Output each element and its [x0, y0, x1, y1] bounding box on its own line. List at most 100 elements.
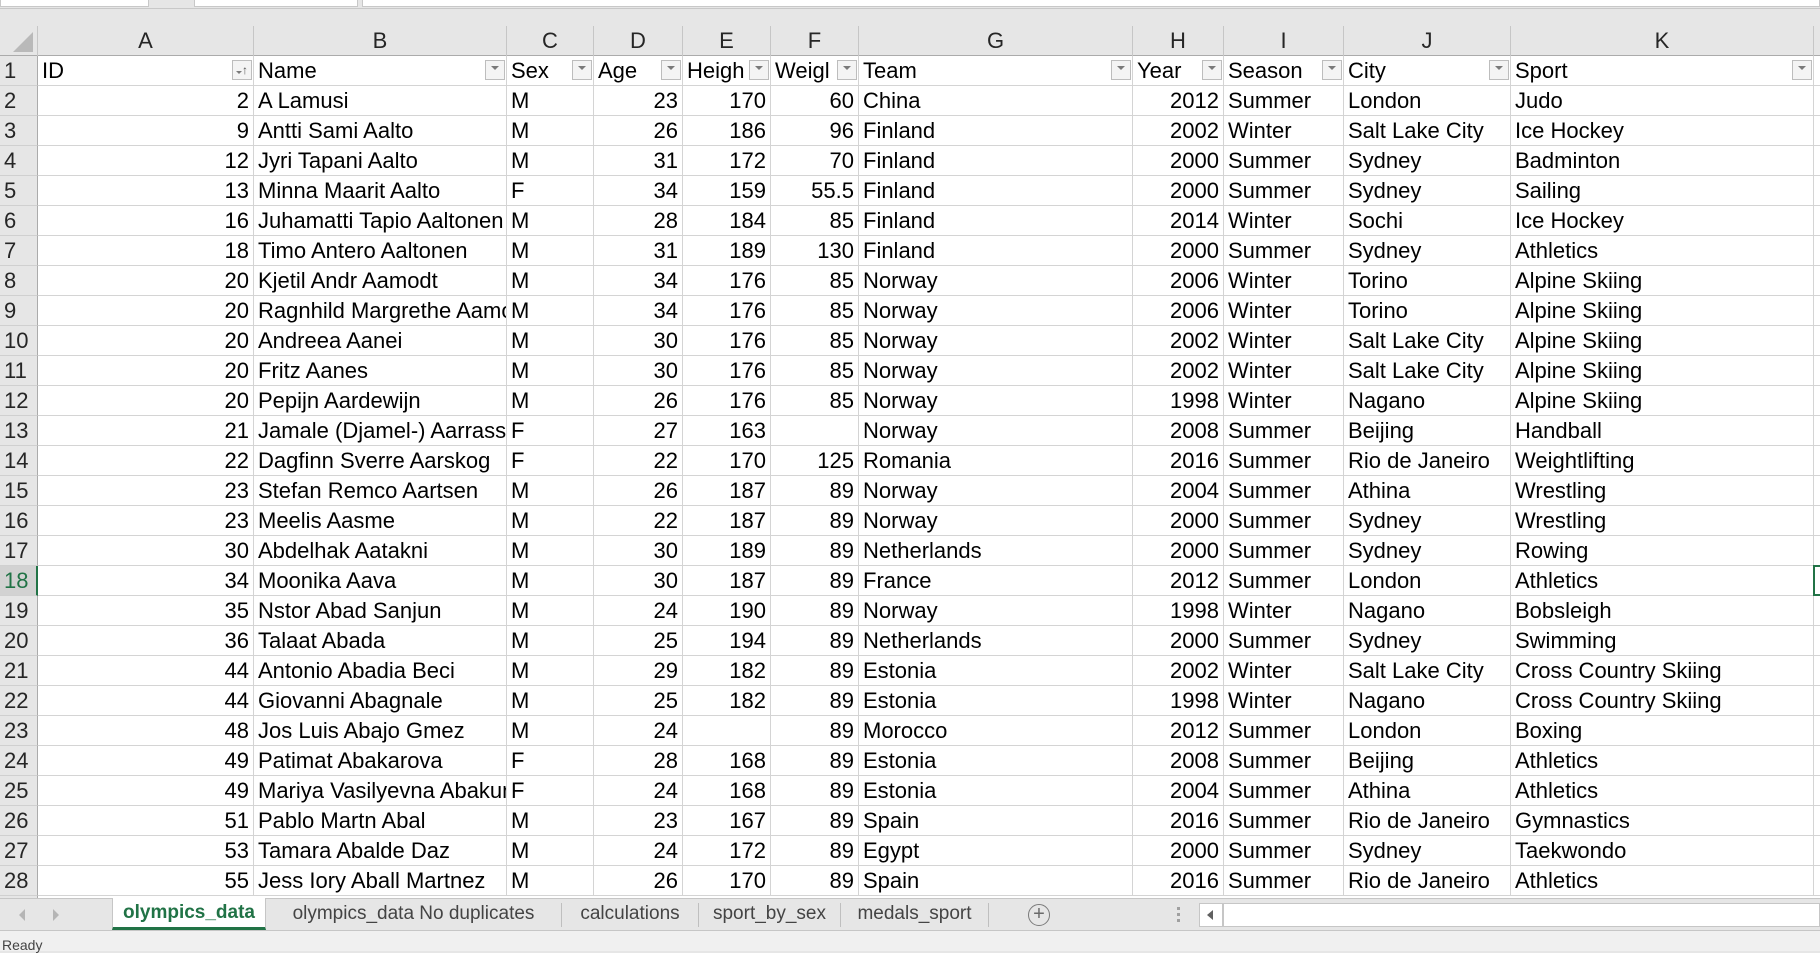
cell-weight[interactable]: 89	[771, 686, 859, 716]
cell-weight[interactable]: 85	[771, 296, 859, 326]
cell-year[interactable]: 2016	[1133, 446, 1224, 476]
cell-season[interactable]: Summer	[1224, 446, 1344, 476]
empty-cell[interactable]	[1814, 146, 1820, 176]
cell-id[interactable]: 35	[38, 596, 254, 626]
cell-name[interactable]: Antti Sami Aalto	[254, 116, 507, 146]
cell-year[interactable]: 2004	[1133, 476, 1224, 506]
cell-season[interactable]: Summer	[1224, 86, 1344, 116]
cell-sex[interactable]: M	[507, 656, 594, 686]
plus-circle-icon[interactable]: +	[1028, 904, 1050, 926]
empty-cell[interactable]	[1814, 206, 1820, 236]
cell-name[interactable]: Antonio Abadia Beci	[254, 656, 507, 686]
cell-sport[interactable]: Boxing	[1511, 716, 1814, 746]
cell-season[interactable]: Winter	[1224, 686, 1344, 716]
cell-id[interactable]: 20	[38, 266, 254, 296]
spreadsheet-grid[interactable]: ABCDEFGHIJKL 1ID↑NameSexAgeHeighWeiglTea…	[0, 26, 1820, 898]
cell-season[interactable]: Winter	[1224, 326, 1344, 356]
cell-name[interactable]: Nstor Abad Sanjun	[254, 596, 507, 626]
row-header[interactable]: 10	[0, 326, 38, 356]
cell-team[interactable]: Norway	[859, 476, 1133, 506]
row-header[interactable]: 26	[0, 806, 38, 836]
column-header-b[interactable]: B	[254, 26, 507, 56]
cell-height[interactable]: 176	[683, 356, 771, 386]
cell-sport[interactable]: Alpine Skiing	[1511, 356, 1814, 386]
cell-age[interactable]: 26	[594, 476, 683, 506]
cell-sport[interactable]: Athletics	[1511, 236, 1814, 266]
cell-age[interactable]: 34	[594, 266, 683, 296]
cell-weight[interactable]: 130	[771, 236, 859, 266]
cell-name[interactable]: Juhamatti Tapio Aaltonen	[254, 206, 507, 236]
table-header-sport[interactable]: Sport	[1511, 56, 1814, 86]
cell-year[interactable]: 2000	[1133, 236, 1224, 266]
cell-city[interactable]: Salt Lake City	[1344, 326, 1511, 356]
cell-city[interactable]: Sydney	[1344, 506, 1511, 536]
cell-height[interactable]: 176	[683, 386, 771, 416]
cell-height[interactable]: 187	[683, 566, 771, 596]
row-header[interactable]: 23	[0, 716, 38, 746]
table-header-name[interactable]: Name	[254, 56, 507, 86]
row-header[interactable]: 14	[0, 446, 38, 476]
cell-id[interactable]: 12	[38, 146, 254, 176]
cell-sport[interactable]: Alpine Skiing	[1511, 296, 1814, 326]
column-header-d[interactable]: D	[594, 26, 683, 56]
table-header-id[interactable]: ID	[38, 56, 254, 86]
cell-season[interactable]: Summer	[1224, 146, 1344, 176]
cell-age[interactable]: 28	[594, 746, 683, 776]
row-header[interactable]: 3	[0, 116, 38, 146]
empty-cell[interactable]	[1814, 656, 1820, 686]
horizontal-scroll-left-button[interactable]	[1199, 903, 1223, 927]
cell-sport[interactable]: Athletics	[1511, 746, 1814, 776]
cell-weight[interactable]: 89	[771, 506, 859, 536]
row-header[interactable]: 5	[0, 176, 38, 206]
empty-cell[interactable]	[1814, 56, 1820, 86]
cell-team[interactable]: Norway	[859, 386, 1133, 416]
cell-team[interactable]: Estonia	[859, 776, 1133, 806]
cell-height[interactable]: 176	[683, 326, 771, 356]
cell-season[interactable]: Summer	[1224, 836, 1344, 866]
cell-weight[interactable]: 125	[771, 446, 859, 476]
cell-sex[interactable]: M	[507, 836, 594, 866]
cell-height[interactable]: 182	[683, 656, 771, 686]
cell-name[interactable]: Pablo Martn Abal	[254, 806, 507, 836]
cell-sport[interactable]: Wrestling	[1511, 476, 1814, 506]
column-header-a[interactable]: A	[38, 26, 254, 56]
filter-dropdown-icon[interactable]	[1322, 60, 1342, 80]
cell-height[interactable]: 194	[683, 626, 771, 656]
cell-weight[interactable]: 85	[771, 386, 859, 416]
sheet-tab-calculations[interactable]: calculations	[562, 903, 699, 927]
cell-weight[interactable]: 89	[771, 746, 859, 776]
sheet-tab-olympics-data[interactable]: olympics_data	[112, 898, 266, 930]
tab-splitter-handle[interactable]	[1177, 907, 1181, 925]
cell-sport[interactable]: Judo	[1511, 86, 1814, 116]
row-header[interactable]: 15	[0, 476, 38, 506]
empty-cell[interactable]	[1814, 356, 1820, 386]
cell-year[interactable]: 2014	[1133, 206, 1224, 236]
cell-height[interactable]: 170	[683, 866, 771, 896]
cell-id[interactable]: 20	[38, 356, 254, 386]
cell-year[interactable]: 2000	[1133, 836, 1224, 866]
column-header-f[interactable]: F	[771, 26, 859, 56]
cell-age[interactable]: 29	[594, 656, 683, 686]
cell-age[interactable]: 24	[594, 716, 683, 746]
cell-id[interactable]: 22	[38, 446, 254, 476]
row-header[interactable]: 21	[0, 656, 38, 686]
cell-sport[interactable]: Sailing	[1511, 176, 1814, 206]
cell-age[interactable]: 23	[594, 806, 683, 836]
cell-city[interactable]: London	[1344, 566, 1511, 596]
cell-team[interactable]: Finland	[859, 206, 1133, 236]
cell-height[interactable]: 190	[683, 596, 771, 626]
cell-season[interactable]: Winter	[1224, 656, 1344, 686]
cell-city[interactable]: Athina	[1344, 776, 1511, 806]
cell-sex[interactable]: M	[507, 476, 594, 506]
cell-name[interactable]: Stefan Remco Aartsen	[254, 476, 507, 506]
cell-year[interactable]: 2000	[1133, 146, 1224, 176]
cell-season[interactable]: Winter	[1224, 296, 1344, 326]
table-header-team[interactable]: Team	[859, 56, 1133, 86]
cell-team[interactable]: China	[859, 86, 1133, 116]
empty-cell[interactable]	[1814, 866, 1820, 896]
empty-cell[interactable]	[1814, 746, 1820, 776]
empty-cell[interactable]	[1814, 116, 1820, 146]
cell-height[interactable]: 159	[683, 176, 771, 206]
cell-height[interactable]: 170	[683, 446, 771, 476]
empty-cell[interactable]	[1814, 626, 1820, 656]
